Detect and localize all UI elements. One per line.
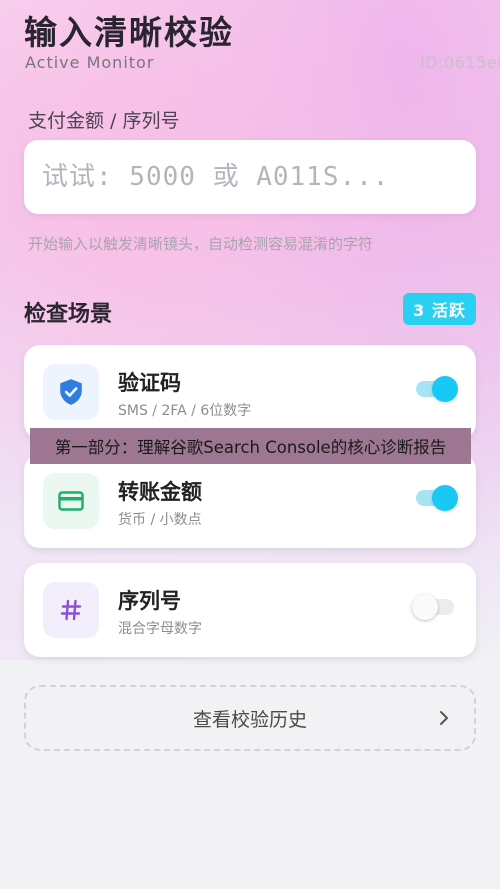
scenario-subtitle: 混合字母数字 (118, 621, 202, 637)
scenario-title: 转账金额 (118, 480, 202, 504)
section-title: 检查场景 (24, 302, 113, 327)
input-hint: 开始输入以触发清晰镜头，自动检测容易混淆的字符 (28, 235, 374, 253)
scenario-toggle[interactable] (412, 594, 454, 620)
amount-input-container[interactable] (24, 140, 476, 214)
header-background (0, 0, 500, 660)
view-history-label: 查看校验历史 (192, 708, 307, 731)
overlay-banner: 第一部分：理解谷歌Search Console的核心诊断报告 (30, 428, 471, 464)
scenario-icon-tile (43, 582, 99, 638)
scenario-toggle[interactable] (416, 485, 458, 511)
scenario-card-transfer-amount[interactable]: 转账金额 货币 / 小数点 (24, 454, 476, 548)
amount-input[interactable] (24, 162, 476, 192)
shield-check-icon (60, 379, 82, 405)
page-title: 输入清晰校验 (24, 13, 234, 52)
scenario-icon-tile (43, 473, 99, 529)
chevron-right-icon (440, 711, 448, 725)
active-count-badge: 3 活跃 (403, 293, 476, 325)
toggle-knob (432, 485, 458, 511)
scenario-title: 验证码 (118, 371, 181, 395)
scenario-card-verification-code[interactable]: 验证码 SMS / 2FA / 6位数字 (24, 345, 476, 439)
page-subtitle: Active Monitor (25, 53, 155, 72)
toggle-knob (412, 594, 438, 620)
scenario-icon-tile (43, 364, 99, 420)
toggle-knob (432, 376, 458, 402)
credit-card-icon (58, 491, 84, 511)
scenario-title: 序列号 (118, 589, 181, 613)
amount-field-label: 支付金额 / 序列号 (28, 110, 180, 132)
scenario-subtitle: 货币 / 小数点 (118, 512, 202, 528)
scenario-toggle[interactable] (416, 376, 458, 402)
device-id: ID:0615e0 (420, 53, 500, 72)
view-history-button[interactable]: 查看校验历史 (24, 685, 476, 751)
scenario-subtitle: SMS / 2FA / 6位数字 (118, 403, 252, 419)
scenario-card-serial-number[interactable]: 序列号 混合字母数字 (24, 563, 476, 657)
hash-icon (60, 599, 82, 621)
